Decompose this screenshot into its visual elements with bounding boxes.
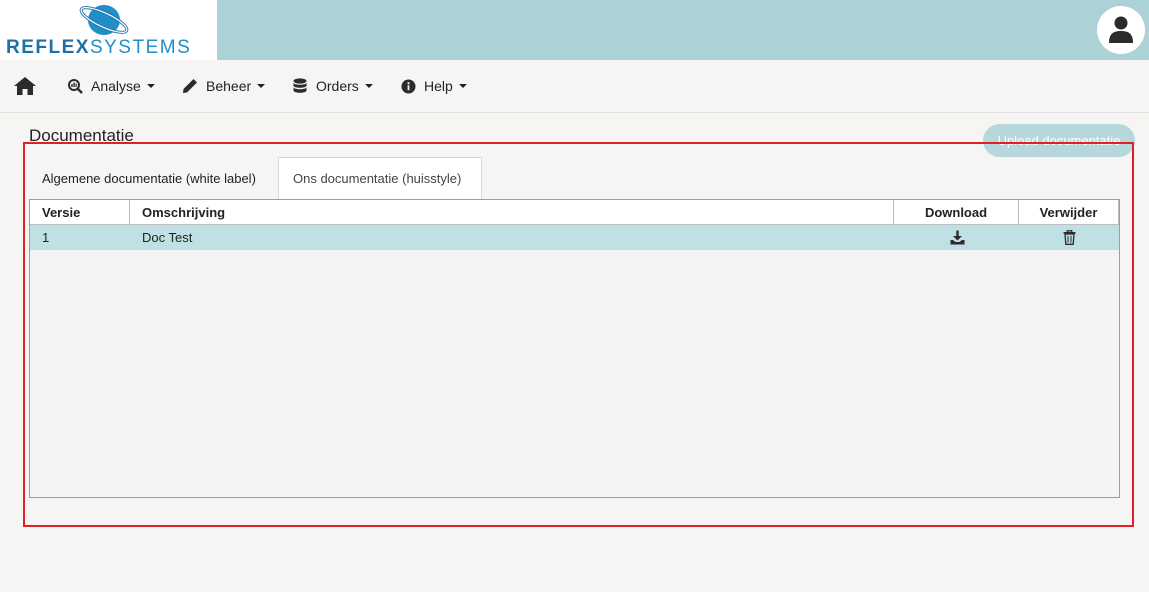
top-header: REFLEXSYSTEMS xyxy=(0,0,1149,60)
nav-beheer-label: Beheer xyxy=(206,78,252,94)
pencil-icon xyxy=(181,78,199,94)
home-icon xyxy=(14,77,36,95)
logo-word-reflex: REFLEX xyxy=(6,37,90,58)
nav-orders-label: Orders xyxy=(316,78,359,94)
reflexsystems-logo[interactable]: REFLEXSYSTEMS xyxy=(0,0,217,60)
caret-down-icon xyxy=(458,84,467,88)
nav-beheer-dropdown[interactable]: Beheer xyxy=(181,60,266,112)
nav-orders-dropdown[interactable]: Orders xyxy=(291,60,373,112)
info-icon xyxy=(399,79,417,94)
chart-search-icon xyxy=(66,78,84,94)
caret-down-icon xyxy=(364,84,373,88)
highlight-frame xyxy=(23,142,1134,527)
database-icon xyxy=(291,78,309,94)
logo-globe-icon xyxy=(79,5,129,35)
nav-help-label: Help xyxy=(424,78,453,94)
main-navbar: Analyse Beheer Orders Help xyxy=(0,60,1149,113)
nav-analyse-dropdown[interactable]: Analyse xyxy=(66,60,155,112)
user-avatar-button[interactable] xyxy=(1097,6,1145,54)
logo-wordmark: REFLEXSYSTEMS xyxy=(6,38,191,58)
nav-analyse-label: Analyse xyxy=(91,78,141,94)
home-nav-button[interactable] xyxy=(14,60,36,112)
caret-down-icon xyxy=(146,84,155,88)
nav-help-dropdown[interactable]: Help xyxy=(399,60,467,112)
logo-word-systems: SYSTEMS xyxy=(89,37,192,58)
user-icon xyxy=(1109,16,1133,43)
caret-down-icon xyxy=(257,84,266,88)
